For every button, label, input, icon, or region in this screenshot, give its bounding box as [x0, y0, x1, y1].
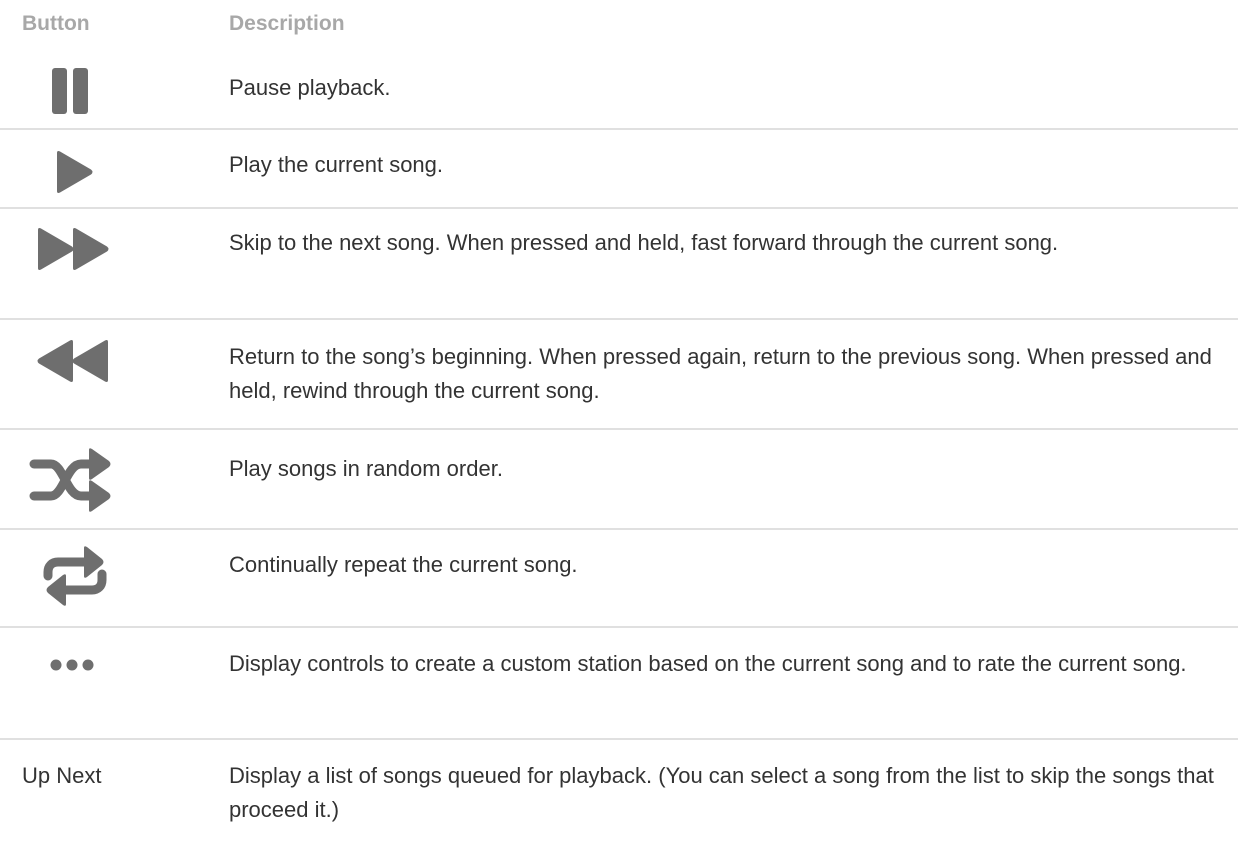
row-description: Pause playback.: [229, 75, 391, 100]
play-icon: [0, 130, 150, 207]
table-row: Play songs in random order.: [0, 430, 1238, 530]
fast-forward-icon: [0, 209, 150, 318]
row-description: Return to the song’s beginning. When pre…: [229, 344, 1212, 403]
row-description: Display a list of songs queued for playb…: [229, 763, 1214, 822]
repeat-icon: [0, 530, 150, 626]
table-row: Display controls to create a custom stat…: [0, 628, 1238, 740]
row-description: Skip to the next song. When pressed and …: [229, 230, 1059, 255]
row-description: Continually repeat the current song.: [229, 552, 578, 577]
table-row: Skip to the next song. When pressed and …: [0, 209, 1238, 320]
table-header: Button Description: [0, 12, 1238, 42]
header-description: Description: [229, 12, 345, 35]
table-row: Return to the song’s beginning. When pre…: [0, 320, 1238, 430]
up-next-button-label: Up Next: [22, 763, 102, 788]
table-row: Continually repeat the current song.: [0, 530, 1238, 628]
shuffle-icon: [0, 430, 150, 528]
pause-icon: [0, 50, 150, 128]
row-description: Play songs in random order.: [229, 456, 503, 481]
header-button: Button: [22, 12, 90, 35]
table-row: Pause playback.: [0, 50, 1238, 130]
more-icon: [0, 628, 150, 738]
table-row: Play the current song.: [0, 130, 1238, 209]
rewind-icon: [0, 320, 150, 428]
table-row: Up Next Display a list of songs queued f…: [0, 740, 1238, 844]
row-description: Display controls to create a custom stat…: [229, 651, 1187, 676]
row-description: Play the current song.: [229, 152, 444, 177]
